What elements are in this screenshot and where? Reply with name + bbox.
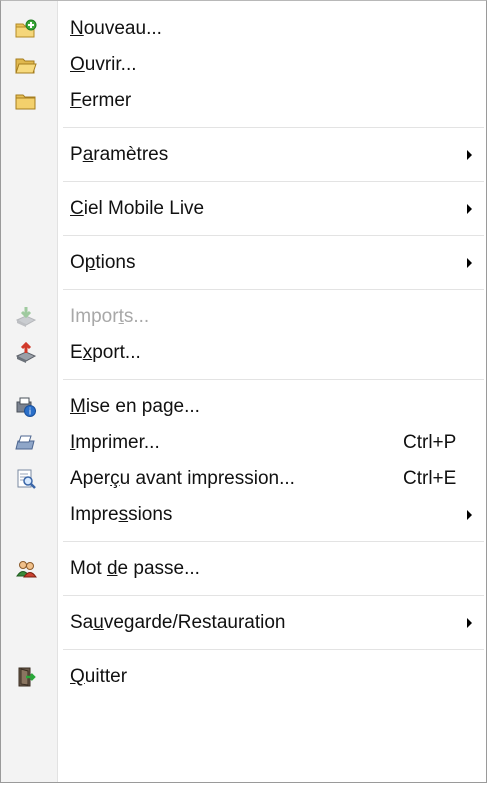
menu-item-label: Mot de passe... [70,558,200,579]
menu-item-label: Paramètres [70,144,169,165]
menu-item-quitter[interactable]: Quitter [1,659,486,695]
shortcut-text: Ctrl+P [403,432,457,453]
users-icon [15,558,37,580]
menu-item-ciel-mobile-live[interactable]: Ciel Mobile Live [1,191,486,227]
menu-item-mot-de-passe[interactable]: Mot de passe... [1,551,486,587]
submenu-arrow-icon [467,204,472,214]
submenu-arrow-icon [467,150,472,160]
new-folder-icon [15,18,37,40]
menu-separator [1,281,486,299]
menu-item-label: Ouvrir... [70,54,137,75]
submenu-arrow-icon [467,258,472,268]
printer-icon [15,432,37,454]
print-preview-icon [15,468,37,490]
exit-door-icon [15,666,37,688]
menu-item-label: Options [70,252,136,273]
svg-text:i: i [29,408,32,418]
menu-item-label: Aperçu avant impression... [70,468,295,489]
menu-separator [1,533,486,551]
menu-item-label: Fermer [70,90,132,111]
menu-separator [1,173,486,191]
file-menu: Nouveau... Ouvrir... Fermer Paramètres C… [0,0,487,783]
menu-item-apercu[interactable]: Aperçu avant impression... Ctrl+E [1,461,486,497]
menu-separator [1,119,486,137]
shortcut-text: Ctrl+E [403,468,457,489]
menu-item-parametres[interactable]: Paramètres [1,137,486,173]
submenu-arrow-icon [467,510,472,520]
export-icon [15,342,37,364]
page-setup-icon: i [15,396,37,418]
menu-item-nouveau[interactable]: Nouveau... [1,11,486,47]
menu-item-mise-en-page[interactable]: i Mise en page... [1,389,486,425]
menu-item-impressions[interactable]: Impressions [1,497,486,533]
menu-item-options[interactable]: Options [1,245,486,281]
menu-item-imports: Imports... [1,299,486,335]
submenu-arrow-icon [467,618,472,628]
menu-separator [1,227,486,245]
menu-item-sauvegarde-restauration[interactable]: Sauvegarde/Restauration [1,605,486,641]
menu-separator [1,641,486,659]
import-icon [15,306,37,328]
menu-item-label: Quitter [70,666,128,687]
menu-item-imprimer[interactable]: Imprimer... Ctrl+P [1,425,486,461]
menu-separator [1,587,486,605]
menu-item-fermer[interactable]: Fermer [1,83,486,119]
menu-item-label: Imprimer... [70,432,160,453]
menu-item-label: Mise en page... [70,396,200,417]
menu-item-label: Nouveau... [70,18,162,39]
open-folder-icon [15,54,37,76]
menu-item-label: Sauvegarde/Restauration [70,612,286,633]
menu-item-export[interactable]: Export... [1,335,486,371]
menu-separator [1,371,486,389]
menu-item-label: Export... [70,342,141,363]
menu-item-ouvrir[interactable]: Ouvrir... [1,47,486,83]
menu-item-label: Impressions [70,504,173,525]
close-folder-icon [15,90,37,112]
menu-item-label: Imports... [70,306,150,327]
menu-item-label: Ciel Mobile Live [70,198,205,219]
